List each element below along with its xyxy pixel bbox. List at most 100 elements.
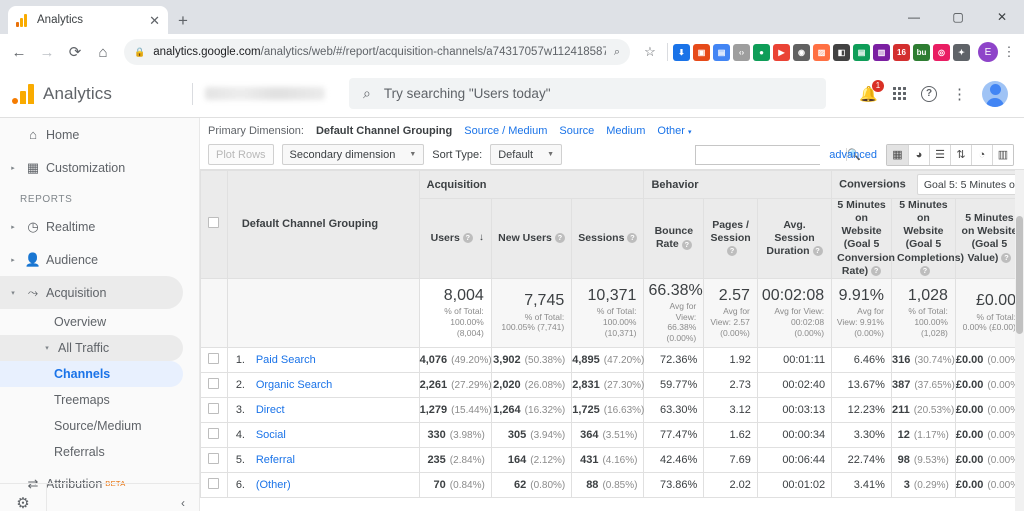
row-checkbox-cell[interactable] bbox=[200, 371, 228, 398]
home-button[interactable]: ⌂ bbox=[90, 39, 116, 65]
advanced-filter-link[interactable]: advanced bbox=[829, 149, 877, 161]
row-checkbox-cell[interactable] bbox=[200, 446, 228, 473]
sidebar-item-acquisition[interactable]: ▾ ⤳ Acquisition bbox=[0, 276, 183, 309]
sidebar-item-referrals[interactable]: Referrals bbox=[0, 439, 199, 465]
stats-icon[interactable]: ▥ bbox=[873, 43, 890, 61]
row-checkbox-cell[interactable] bbox=[200, 471, 228, 498]
acquisition-caret-icon[interactable]: ▾ bbox=[6, 289, 20, 297]
dimension-link-medium[interactable]: Medium bbox=[606, 125, 645, 137]
help-icon[interactable]: ? bbox=[727, 246, 738, 257]
channel-link[interactable]: Social bbox=[256, 429, 286, 441]
sidebar-item-audience[interactable]: ▸ 👤 Audience bbox=[0, 243, 199, 276]
forward-button[interactable]: → bbox=[34, 39, 60, 65]
secondary-dimension-dropdown[interactable]: Secondary dimension ▼ bbox=[281, 144, 425, 165]
table-row[interactable]: 1. Paid Search 4,076 (49.20%) 3,902 (50.38%) 4… bbox=[200, 346, 1024, 373]
help-icon[interactable]: ? bbox=[871, 265, 882, 276]
column-header-bounce-rate[interactable]: Bounce Rate? bbox=[643, 198, 705, 279]
audience-caret-icon[interactable]: ▸ bbox=[6, 256, 20, 264]
help-icon[interactable]: ? bbox=[919, 265, 930, 276]
scrollbar-thumb[interactable] bbox=[1016, 216, 1023, 334]
comparison-view-icon[interactable]: ⇅ bbox=[950, 144, 971, 165]
tag-icon[interactable]: ◧ bbox=[833, 43, 850, 61]
sort-descending-icon[interactable]: ↓ bbox=[479, 232, 484, 245]
sheet-icon[interactable]: ▤ bbox=[853, 43, 870, 61]
row-checkbox[interactable] bbox=[208, 402, 220, 414]
apps-grid-icon[interactable] bbox=[893, 87, 906, 100]
table-row[interactable]: 5. Referral 235 (2.84%) 164 (2.12%) 431 (4.16%)… bbox=[200, 446, 1024, 473]
row-checkbox[interactable] bbox=[208, 477, 220, 489]
help-icon[interactable]: ? bbox=[1001, 252, 1012, 263]
select-all-checkbox[interactable] bbox=[208, 217, 219, 229]
new-tab-button[interactable]: + bbox=[178, 12, 188, 29]
row-checkbox[interactable] bbox=[208, 377, 220, 389]
report-table-scroll[interactable]: Default Channel Grouping Acquisition Beh… bbox=[200, 170, 1024, 511]
row-checkbox-cell[interactable] bbox=[200, 396, 228, 423]
help-icon[interactable]: ? bbox=[812, 246, 823, 257]
table-view-icon[interactable]: ▦ bbox=[887, 144, 908, 165]
column-header-avg-session-duration[interactable]: Avg. Session Duration? bbox=[756, 198, 833, 279]
table-search-box[interactable]: 🔍 bbox=[695, 144, 861, 165]
chart-icon[interactable]: ▨ bbox=[813, 43, 830, 61]
analytics-logo[interactable]: Analytics bbox=[12, 83, 188, 104]
camera-icon[interactable]: ◉ bbox=[793, 43, 810, 61]
window-close-button[interactable]: ✕ bbox=[980, 0, 1024, 34]
code-icon[interactable]: ‹› bbox=[733, 43, 750, 61]
all-traffic-caret-icon[interactable]: ▾ bbox=[40, 344, 54, 352]
performance-view-icon[interactable]: ☰ bbox=[929, 144, 950, 165]
primary-dimension-value[interactable]: Default Channel Grouping bbox=[316, 125, 452, 137]
channel-link[interactable]: (Other) bbox=[256, 479, 291, 491]
column-header-new-users[interactable]: New Users? bbox=[490, 198, 573, 279]
puzzle-icon[interactable]: ✦ bbox=[953, 43, 970, 61]
shield-icon[interactable]: ▣ bbox=[693, 43, 710, 61]
dimension-link-other[interactable]: Other ▾ bbox=[657, 125, 691, 137]
sidebar-item-all-traffic[interactable]: ▾ All Traffic bbox=[0, 335, 183, 361]
row-checkbox-cell[interactable] bbox=[200, 346, 228, 373]
back-button[interactable]: ← bbox=[6, 39, 32, 65]
help-icon[interactable]: ? bbox=[921, 85, 937, 102]
calendar-icon[interactable]: 16 bbox=[893, 43, 910, 61]
collapse-sidebar-icon[interactable]: ‹ bbox=[47, 496, 199, 510]
table-vertical-scrollbar[interactable] bbox=[1015, 170, 1024, 511]
pie-chart-view-icon[interactable]: ◕ bbox=[908, 144, 929, 165]
channel-link[interactable]: Organic Search bbox=[256, 379, 332, 391]
customization-caret-icon[interactable]: ▸ bbox=[6, 164, 20, 172]
table-row[interactable]: 2. Organic Search 2,261 (27.29%) 2,020 (26.08… bbox=[200, 371, 1024, 398]
row-checkbox[interactable] bbox=[208, 352, 220, 364]
download-icon[interactable]: ⬇ bbox=[673, 43, 690, 61]
admin-gear-icon[interactable]: ⚙ bbox=[0, 494, 46, 511]
realtime-caret-icon[interactable]: ▸ bbox=[6, 223, 20, 231]
user-avatar[interactable] bbox=[982, 80, 1008, 107]
pivot-view-icon[interactable]: ▥ bbox=[992, 144, 1013, 165]
column-header-users[interactable]: Users? ↓ bbox=[418, 198, 492, 279]
column-header-goal-value[interactable]: 5 Minutes on Website (Goal 5 Value)? bbox=[954, 198, 1024, 279]
browser-tab[interactable]: Analytics ✕ bbox=[8, 6, 168, 34]
maximize-button[interactable]: ▢ bbox=[936, 0, 980, 34]
sort-type-dropdown[interactable]: Default ▼ bbox=[490, 144, 562, 165]
tab-close-icon[interactable]: ✕ bbox=[149, 14, 160, 27]
minimize-button[interactable]: — bbox=[892, 0, 936, 34]
row-checkbox[interactable] bbox=[208, 427, 220, 439]
sidebar-item-customization[interactable]: ▸ ▦ Customization bbox=[0, 151, 199, 184]
select-all-header[interactable] bbox=[200, 170, 228, 279]
dimension-link-source[interactable]: Source bbox=[559, 125, 594, 137]
row-checkbox[interactable] bbox=[208, 452, 220, 464]
reload-button[interactable]: ⟳ bbox=[62, 39, 88, 65]
help-icon[interactable]: ? bbox=[681, 239, 692, 250]
row-checkbox-cell[interactable] bbox=[200, 421, 228, 448]
reader-icon[interactable]: ▤ bbox=[713, 43, 730, 61]
bookmark-star-icon[interactable]: ☆ bbox=[638, 44, 662, 60]
buffer-icon[interactable]: bu bbox=[913, 43, 930, 61]
table-row[interactable]: 4. Social 330 (3.98%) 305 (3.94%) 364 (3.51%) 77… bbox=[200, 421, 1024, 448]
table-search-input[interactable] bbox=[696, 145, 847, 164]
sidebar-item-overview[interactable]: Overview bbox=[0, 309, 199, 335]
browser-profile-avatar[interactable]: E bbox=[978, 42, 998, 62]
table-row[interactable]: 3. Direct 1,279 (15.44%) 1,264 (16.32%) 1,725(… bbox=[200, 396, 1024, 423]
browser-menu-icon[interactable]: ⋮ bbox=[1000, 44, 1018, 60]
channel-link[interactable]: Paid Search bbox=[256, 354, 316, 366]
sidebar-item-realtime[interactable]: ▸ ◷ Realtime bbox=[0, 210, 199, 243]
column-header-goal-conversion-rate[interactable]: 5 Minutes on Website (Goal 5 Conversion … bbox=[831, 198, 895, 279]
channel-link[interactable]: Direct bbox=[256, 404, 285, 416]
sidebar-item-home[interactable]: ⌂ Home bbox=[0, 118, 199, 151]
dimension-header[interactable]: Default Channel Grouping bbox=[226, 170, 420, 279]
help-icon[interactable]: ? bbox=[554, 233, 565, 244]
